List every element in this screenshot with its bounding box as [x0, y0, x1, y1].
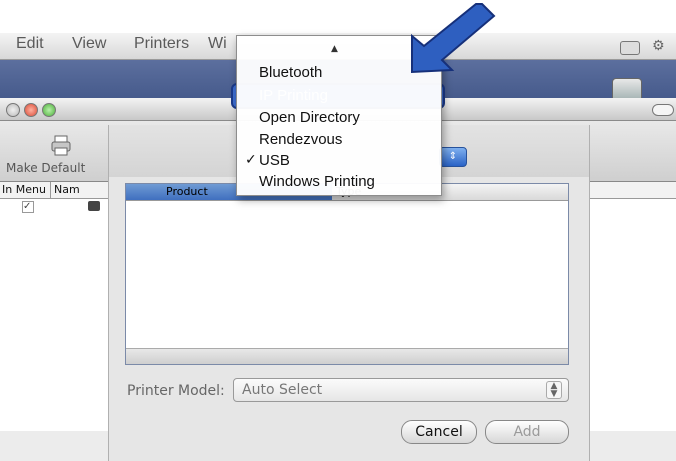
printer-model-select[interactable]: Auto Select ▲ ▼: [233, 378, 569, 402]
usb-checkmark-icon: ✓: [245, 152, 257, 168]
menu-item-ip-printing[interactable]: IP Printing: [259, 87, 328, 104]
column-product[interactable]: Product: [166, 185, 208, 198]
scroll-up-icon[interactable]: ▲: [331, 44, 338, 54]
cancel-button[interactable]: Cancel: [401, 420, 477, 444]
menu-edit[interactable]: Edit: [16, 35, 44, 53]
list-scrollbar[interactable]: [126, 348, 568, 364]
menu-item-rendezvous[interactable]: Rendezvous: [259, 131, 342, 148]
menu-window[interactable]: Wi: [208, 35, 227, 53]
printer-icon: [50, 135, 71, 156]
menu-view[interactable]: View: [72, 35, 106, 53]
menu-extra-icon[interactable]: [620, 41, 640, 55]
usb-printer-icon: [88, 201, 100, 211]
close-button[interactable]: [6, 103, 20, 117]
column-in-menu[interactable]: In Menu: [2, 183, 46, 196]
menu-item-usb[interactable]: USB: [259, 152, 290, 169]
in-menu-checkbox[interactable]: ✓: [22, 201, 34, 213]
printer-model-value: Auto Select: [242, 382, 323, 398]
make-default-button[interactable]: Make Default: [6, 135, 96, 179]
column-name[interactable]: Nam: [54, 183, 80, 196]
make-default-label: Make Default: [6, 161, 86, 175]
add-button[interactable]: Add: [485, 420, 569, 444]
pointer-arrow-icon: [402, 0, 502, 80]
connection-type-popup[interactable]: ⇕: [439, 147, 467, 167]
menu-item-windows-printing[interactable]: Windows Printing: [259, 173, 375, 190]
menu-printers[interactable]: Printers: [134, 35, 189, 53]
printer-model-label: Printer Model:: [127, 383, 225, 399]
select-arrows-icon: ▲ ▼: [546, 381, 562, 399]
settings-icon[interactable]: ⚙: [652, 38, 665, 54]
toolbar-toggle-button[interactable]: [652, 104, 674, 116]
menu-item-open-directory[interactable]: Open Directory: [259, 109, 360, 126]
zoom-button[interactable]: [42, 103, 56, 117]
menu-item-bluetooth[interactable]: Bluetooth: [259, 64, 322, 81]
minimize-button[interactable]: [24, 103, 38, 117]
printer-browser-list[interactable]: Product Type: [125, 183, 569, 365]
